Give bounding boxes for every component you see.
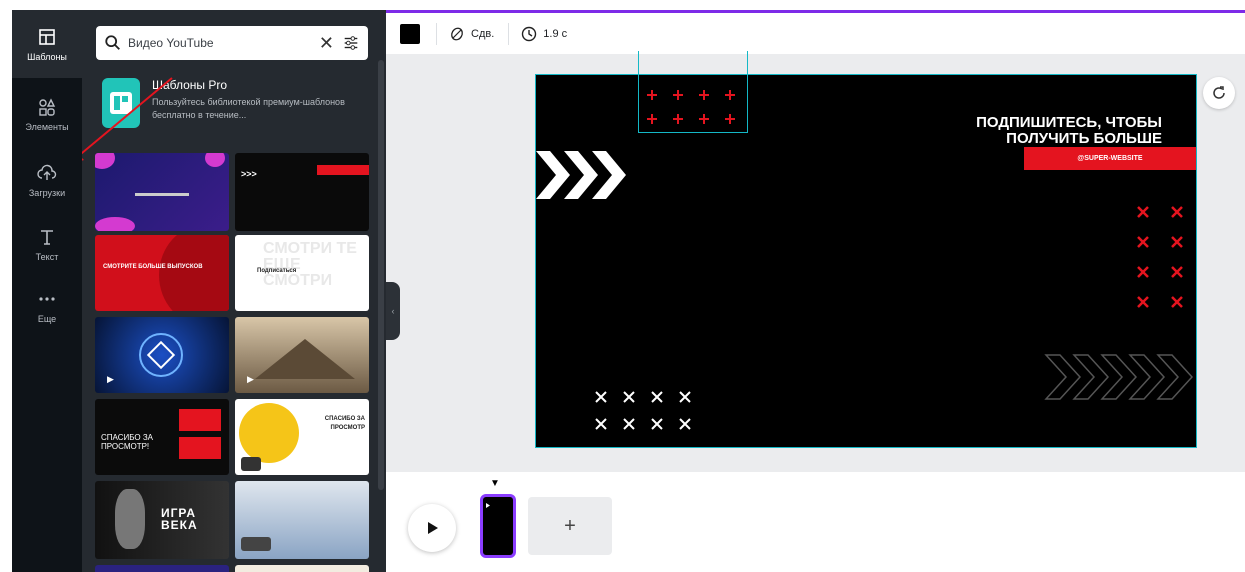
transparency-label: Сдв. — [471, 27, 495, 40]
transparency-icon — [451, 27, 463, 40]
outline-chevrons-graphic — [1044, 354, 1194, 400]
play-button[interactable] — [408, 504, 456, 552]
template-thumbnail[interactable]: >>> — [235, 153, 369, 231]
thumbnail-title: СМОТРИТЕ БОЛЬШЕ ВЫПУСКОВ — [103, 264, 203, 270]
search-bar: ✕ — [96, 26, 368, 60]
website-badge: @SUPER-WEBSITE — [1024, 147, 1196, 170]
promo-title: Шаблоны Pro — [151, 78, 228, 92]
template-thumbnail[interactable] — [235, 565, 369, 572]
video-play-icon: ▶ — [247, 374, 254, 384]
chevron-arrows-graphic — [536, 151, 626, 199]
add-page-button[interactable]: + — [528, 497, 612, 555]
sidebar-item-uploads[interactable]: Загрузки — [12, 146, 82, 214]
template-thumbnail[interactable]: СМОТРИТЕ БОЛЬШЕ ВЫПУСКОВ — [95, 235, 229, 311]
thumbnail-title: Подписаться — [257, 268, 297, 274]
transparency-button[interactable]: Сдв. — [449, 26, 494, 42]
template-thumbnail[interactable]: СПАСИБО ЗА ПРОСМОТР! — [95, 399, 229, 475]
template-thumbnail[interactable]: ▶ — [235, 317, 369, 393]
sidebar-item-elements[interactable]: Элементы — [12, 80, 82, 148]
upload-icon — [36, 162, 58, 184]
sidebar-item-more[interactable]: Еще — [12, 272, 82, 340]
template-thumbnail[interactable] — [95, 565, 229, 572]
timeline-clip[interactable] — [480, 494, 516, 558]
sidebar-item-label: Текст — [35, 252, 59, 262]
color-swatch[interactable] — [400, 23, 420, 44]
playhead-marker-icon[interactable]: ▼ — [490, 478, 500, 489]
template-thumbnail[interactable]: СПАСИБО ЗА ПРОСМОТР — [235, 399, 369, 475]
sidebar-item-text[interactable]: Текст — [12, 210, 82, 278]
divider — [508, 22, 510, 45]
plus-pattern — [647, 90, 735, 124]
more-icon — [36, 288, 58, 310]
templates-icon — [36, 26, 58, 48]
design-canvas[interactable]: ПОДПИШИТЕСЬ, ЧТОБЫ ПОЛУЧИТЬ БОЛЬШЕ @SUPE… — [535, 51, 1197, 448]
video-play-icon: ▶ — [107, 374, 114, 384]
templates-panel: ✕ Шаблоны Pro Пользуйтесь библиотекой пр… — [82, 10, 386, 572]
thumbnail-title: ИГРА ВЕКА — [161, 506, 198, 532]
template-thumbnail[interactable]: СМОТРИ ТЕ ЕЩЕ СМОТРИ Подписаться — [235, 235, 369, 311]
template-thumbnail[interactable]: ИГРА ВЕКА — [95, 481, 229, 559]
duration-button[interactable]: 1.9 с — [521, 26, 567, 42]
canvas-heading: ПОДПИШИТЕСЬ, ЧТОБЫ ПОЛУЧИТЬ БОЛЬШЕ — [976, 115, 1162, 147]
sidebar-item-templates[interactable]: Шаблоны — [12, 10, 82, 78]
thumbnail-title: СПАСИБО ЗА ПРОСМОТР! — [101, 433, 153, 451]
clear-search-icon[interactable]: ✕ — [319, 34, 334, 52]
search-icon — [105, 35, 120, 50]
editor-window: Шаблоны Элементы Загрузки Текст Еще Виде… — [12, 10, 1245, 572]
sidebar-item-label: Загрузки — [28, 188, 66, 198]
collapse-panel-button[interactable]: ‹ — [386, 282, 400, 340]
template-thumbnail[interactable] — [95, 153, 229, 231]
toolbar: Сдв. 1.9 с — [386, 10, 1245, 54]
divider — [436, 22, 437, 45]
thumbnail-bg-text: СМОТРИ ТЕ ЕЩЕ СМОТРИ — [263, 240, 357, 289]
elements-icon — [36, 96, 58, 118]
duration-label: 1.9 с — [543, 27, 568, 40]
sidebar-item-label: Элементы — [25, 122, 69, 132]
clock-icon — [522, 26, 537, 41]
canvas-heading-line2: ПОЛУЧИТЬ БОЛЬШЕ — [1006, 130, 1162, 147]
refresh-icon[interactable] — [1203, 77, 1235, 109]
template-thumbnail[interactable] — [235, 481, 369, 559]
timeline: ▼ + — [386, 472, 1245, 572]
filter-icon[interactable] — [342, 34, 360, 52]
search-input[interactable] — [128, 36, 319, 50]
sidebar: Шаблоны Элементы Загрузки Текст Еще — [12, 10, 82, 572]
text-icon — [36, 226, 58, 248]
white-cross-pattern — [595, 391, 691, 430]
red-cross-pattern — [1137, 206, 1183, 308]
play-icon — [428, 522, 438, 534]
sidebar-item-label: Еще — [37, 314, 57, 324]
canvas-heading-line1: ПОДПИШИТЕСЬ, ЧТОБЫ — [976, 114, 1162, 131]
panel-scrollbar[interactable] — [378, 60, 384, 490]
template-thumbnail[interactable]: ▶ — [95, 317, 229, 393]
promo-description: Пользуйтесь библиотекой премиум-шаблонов… — [151, 97, 345, 120]
thumbnail-title: СПАСИБО ЗА ПРОСМОТР — [324, 416, 365, 431]
sidebar-item-label: Шаблоны — [27, 52, 67, 62]
